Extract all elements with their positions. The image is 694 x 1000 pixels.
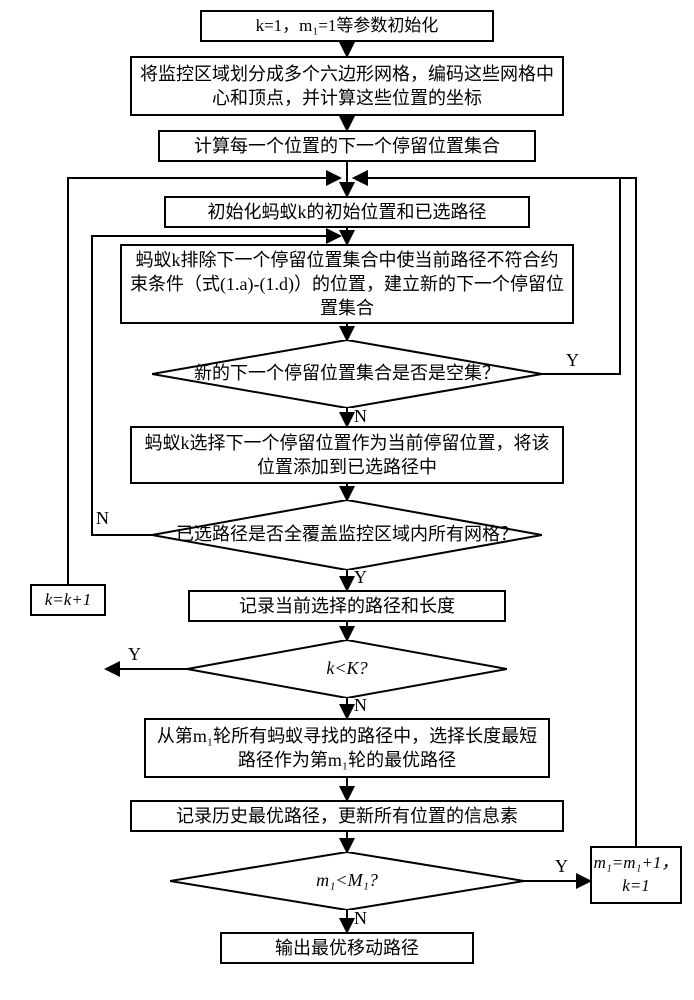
step-increment-m1: m₁=m₁+1，k=1 (590, 846, 682, 904)
step-grid-encode: 将监控区域划分成多个六边形网格，编码这些网格中心和顶点，并计算这些位置的坐标 (130, 56, 564, 116)
step-text: 蚂蚁k排除下一个停留位置集合中使当前路径不符合约束条件（式(1.a)-(1.d)… (130, 248, 564, 321)
step-update-pheromones: 记录历史最优路径，更新所有位置的信息素 (130, 800, 564, 832)
step-text: 记录当前选择的路径和长度 (239, 594, 455, 618)
decision-newset-empty: 新的下一个停留位置集合是否是空集？ (152, 340, 542, 408)
step-filter-constraints: 蚂蚁k排除下一个停留位置集合中使当前路径不符合约束条件（式(1.a)-(1.d)… (120, 244, 574, 324)
decision-full-coverage: 已选路径是否全覆盖监控区域内所有网格？ (152, 500, 542, 570)
label-yes: Y (566, 350, 579, 371)
decision-text: 新的下一个停留位置集合是否是空集？ (194, 362, 500, 385)
decision-m1-lt-M1: m₁<M₁? (170, 852, 524, 910)
step-init-ant: 初始化蚂蚁k的初始位置和已选路径 (164, 196, 530, 228)
step-choose-next-stop: 蚂蚁k选择下一个停留位置作为当前停留位置，将该位置添加到已选路径中 (130, 426, 564, 484)
label-no: N (354, 908, 367, 929)
step-init-params: k=1，m₁=1等参数初始化 (200, 10, 494, 42)
step-text: m₁=m₁+1，k=1 (594, 852, 679, 898)
step-text: 将监控区域划分成多个六边形网格，编码这些网格中心和顶点，并计算这些位置的坐标 (140, 62, 554, 111)
step-text: 从第m₁轮所有蚂蚁寻找的路径中，选择长度最短路径作为第m₁轮的最优路径 (154, 724, 540, 773)
step-text: k=k+1 (45, 589, 92, 612)
label-yes: Y (354, 567, 367, 588)
step-increment-k: k=k+1 (30, 584, 106, 616)
label-no: N (354, 695, 367, 716)
step-text: 初始化蚂蚁k的初始位置和已选路径 (208, 200, 487, 224)
step-select-shortest: 从第m₁轮所有蚂蚁寻找的路径中，选择长度最短路径作为第m₁轮的最优路径 (144, 718, 550, 778)
label-no: N (354, 406, 367, 427)
step-output-path: 输出最优移动路径 (220, 932, 474, 964)
decision-text: m₁<M₁? (316, 869, 378, 892)
step-compute-next-stop-sets: 计算每一个位置的下一个停留位置集合 (158, 130, 536, 162)
step-text: 输出最优移动路径 (275, 936, 419, 960)
decision-text: 已选路径是否全覆盖监控区域内所有网格？ (176, 523, 518, 546)
step-text: 记录历史最优路径，更新所有位置的信息素 (176, 804, 518, 828)
step-record-path: 记录当前选择的路径和长度 (188, 590, 506, 622)
label-yes: Y (555, 856, 568, 877)
decision-k-lt-K: k<K? (187, 640, 507, 698)
label-no: N (96, 508, 109, 529)
step-text: k=1，m₁=1等参数初始化 (256, 15, 439, 38)
step-text: 蚂蚁k选择下一个停留位置作为当前停留位置，将该位置添加到已选路径中 (140, 431, 554, 480)
label-yes: Y (128, 644, 141, 665)
step-text: 计算每一个位置的下一个停留位置集合 (194, 134, 500, 158)
decision-text: k<K? (326, 657, 367, 680)
